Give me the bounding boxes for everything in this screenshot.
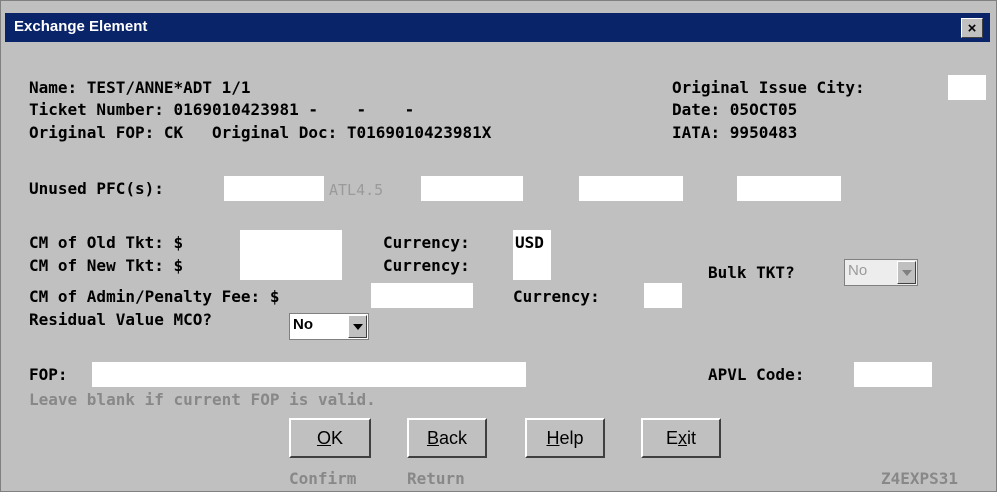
currency-input-3[interactable] [644, 283, 682, 308]
close-button[interactable]: × [961, 18, 983, 38]
currency-input-1[interactable]: USD [513, 230, 551, 255]
fop-label: FOP: [29, 365, 68, 384]
residual-mco-label: Residual Value MCO? [29, 310, 213, 329]
return-hint: Return [407, 469, 465, 488]
currency-label-3: Currency: [513, 287, 600, 306]
cm-old-input[interactable] [240, 230, 342, 255]
screen-id: Z4EXPS31 [881, 469, 959, 488]
bulk-tkt-select[interactable]: No [844, 259, 918, 286]
chevron-down-icon [348, 315, 367, 338]
pfc-input-3[interactable] [579, 176, 683, 201]
ok-button[interactable]: OK [289, 418, 371, 458]
bulk-tkt-value: No [848, 262, 868, 279]
apvl-code-input[interactable] [854, 362, 932, 387]
currency-label-2: Currency: [383, 256, 470, 275]
cm-admin-input[interactable] [371, 283, 473, 308]
currency-input-2[interactable] [513, 255, 551, 280]
title-bar: Exchange Element × [5, 13, 990, 42]
window-title: Exchange Element [14, 18, 148, 35]
pfc-input-2[interactable] [421, 176, 523, 201]
iata-number: IATA: 9950483 [672, 123, 798, 142]
chevron-down-icon [897, 261, 916, 284]
issue-date: Date: 05OCT05 [672, 100, 798, 119]
cm-new-input[interactable] [240, 255, 342, 280]
passenger-name: Name: TEST/ANNE*ADT 1/1 [29, 78, 251, 97]
original-issue-city-label: Original Issue City: [672, 78, 865, 97]
original-issue-city-input[interactable] [948, 75, 986, 100]
help-button[interactable]: Help [525, 418, 605, 458]
fop-input[interactable] [92, 362, 526, 387]
ticket-number: Ticket Number: 0169010423981 - - - [29, 100, 415, 119]
exchange-element-dialog: Exchange Element × Name: TEST/ANNE*ADT 1… [0, 0, 997, 492]
pfc-input-1[interactable] [224, 176, 324, 201]
back-button[interactable]: Back [407, 418, 487, 458]
pfc-input-4[interactable] [737, 176, 841, 201]
pfc-value: ATL4.5 [329, 181, 384, 199]
unused-pfc-label: Unused PFC(s): [29, 179, 164, 198]
residual-mco-select[interactable]: No [289, 313, 369, 340]
currency-label-1: Currency: [383, 233, 470, 252]
residual-mco-value: No [293, 316, 313, 333]
apvl-code-label: APVL Code: [708, 365, 805, 384]
cm-old-label: CM of Old Tkt: $ [29, 233, 184, 252]
confirm-hint: Confirm [289, 469, 357, 488]
cm-admin-label: CM of Admin/Penalty Fee: $ [29, 287, 280, 306]
fop-hint: Leave blank if current FOP is valid. [29, 390, 376, 409]
exit-button[interactable]: Exit [641, 418, 721, 458]
cm-new-label: CM of New Tkt: $ [29, 256, 184, 275]
bulk-tkt-label: Bulk TKT? [708, 263, 795, 282]
original-fop-doc: Original FOP: CK Original Doc: T01690104… [29, 123, 492, 142]
